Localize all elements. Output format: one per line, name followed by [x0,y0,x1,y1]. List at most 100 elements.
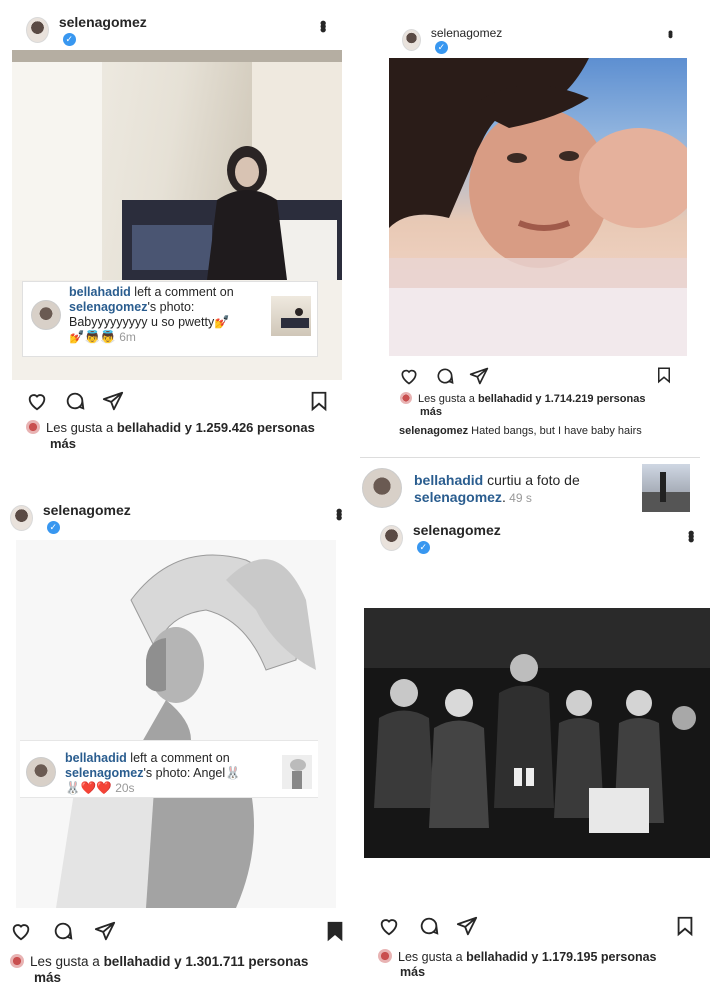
likes-prefix: Les gusta a [46,420,117,435]
likes-summary[interactable]: Les gusta a bellahadid y 1.714.219 perso… [400,392,690,419]
likes-more[interactable]: más [420,406,442,418]
likes-prefix: Les gusta a [398,950,467,964]
likes-more[interactable]: más [400,965,425,979]
share-icon[interactable] [456,915,478,937]
likes-count[interactable]: y 1.179.195 personas [528,950,656,964]
photo-thumbnail[interactable] [642,464,690,512]
username[interactable]: selenagomez✓ [431,26,506,55]
comment-emojis: 🐰❤️❤️ [65,781,112,795]
avatar[interactable] [402,29,421,52]
notif-action: left a comment on [126,751,230,765]
comment-text: Babyyyyyyyyy u so pwetty💅 [69,315,230,329]
comment-icon[interactable] [435,366,455,386]
heart-icon[interactable] [26,390,48,412]
share-icon[interactable] [102,390,124,412]
likes-count[interactable]: y 1.714.219 personas [532,393,645,405]
username-text[interactable]: selenagomez [413,522,501,538]
likes-prefix: Les gusta a [418,393,478,405]
liker-name[interactable]: bellahadid [478,393,532,405]
action-bar [26,390,346,414]
likes-more[interactable]: más [34,970,61,985]
target-name[interactable]: selenagomez [65,766,144,780]
heart-icon[interactable] [399,366,419,386]
liker-name[interactable]: bellahadid [117,420,181,435]
comment-icon[interactable] [64,390,86,412]
like-notification[interactable]: bellahadid curtiu a foto de selenagomez.… [360,457,700,517]
post-header: selenagomez✓ [402,26,506,55]
username[interactable]: selenagomez ✓ [413,522,504,554]
caption: selenagomez Hated bangs, but I have baby… [399,425,689,437]
more-options-icon[interactable]: ••• [662,30,680,36]
liker-avatar [26,420,40,434]
share-icon[interactable] [469,366,489,386]
photo-illustration [389,58,687,356]
bookmark-icon[interactable] [308,390,330,412]
comment-emojis: 💅👼👼 [69,330,116,344]
post-header: selenagomez ✓ [380,522,504,554]
verified-icon: ✓ [62,32,76,46]
more-options-icon[interactable]: ••• [681,530,701,540]
more-options-icon[interactable]: ••• [313,20,333,30]
likes-more[interactable]: más [50,436,76,451]
photo-illustration [364,608,710,858]
username[interactable]: selenagomez ✓ [59,14,150,46]
comment-time: 20s [115,781,135,795]
notification-text: bellahadid curtiu a foto de selenagomez.… [414,472,580,505]
post-header: selenagomez✓ [10,502,134,534]
notif-target[interactable]: selenagomez [414,489,502,505]
username[interactable]: selenagomez✓ [43,502,134,534]
avatar[interactable] [10,505,33,531]
username-text[interactable]: selenagomez [59,14,147,30]
likes-summary[interactable]: Les gusta a bellahadid y 1.301.711 perso… [10,954,350,986]
thumb-illustration [281,308,309,328]
username-text[interactable]: selenagomez [431,26,502,40]
comment-time: 6m [119,330,136,344]
target-name[interactable]: selenagomez [69,300,148,314]
heart-icon[interactable] [378,915,400,937]
bookmark-icon[interactable] [674,915,696,937]
post-photo[interactable] [364,608,710,858]
commenter-avatar[interactable] [26,757,56,787]
likes-count[interactable]: y 1.259.426 personas [181,420,315,435]
liker-notif-avatar[interactable] [362,468,402,508]
thumb-illustration [642,472,690,512]
action-bar [10,920,350,944]
photo-thumbnail[interactable] [271,296,311,336]
post-photo[interactable] [16,540,336,908]
caption-username[interactable]: selenagomez [399,425,468,437]
notif-action: curtiu a foto de [483,472,580,488]
notification-text: bellahadid left a comment on selenagomez… [69,285,269,345]
notification-text: bellahadid left a comment on selenagomez… [65,751,275,796]
notif-action: left a comment on [130,285,234,299]
verified-icon: ✓ [416,540,430,554]
heart-icon[interactable] [10,920,32,942]
notif-user[interactable]: bellahadid [414,472,483,488]
avatar[interactable] [26,17,49,43]
avatar[interactable] [380,525,403,551]
commenter-avatar[interactable] [31,300,61,330]
post-photo[interactable] [389,58,687,356]
likes-summary[interactable]: Les gusta a bellahadid y 1.179.195 perso… [378,949,698,980]
share-icon[interactable] [94,920,116,942]
comment-notification[interactable]: bellahadid left a comment on selenagomez… [20,740,318,798]
bookmark-filled-icon[interactable] [324,920,346,942]
post-header: selenagomez ✓ [26,14,150,46]
username-text[interactable]: selenagomez [43,502,131,518]
comment-notification[interactable]: bellahadid left a comment on selenagomez… [22,281,318,357]
liker-name[interactable]: bellahadid [466,950,528,964]
liker-name[interactable]: bellahadid [104,954,171,969]
likes-summary[interactable]: Les gusta a bellahadid y 1.259.426 perso… [26,420,326,452]
commenter-name[interactable]: bellahadid [69,285,131,299]
comment-icon[interactable] [418,915,440,937]
photo-thumbnail[interactable] [282,755,312,789]
photo-illustration [16,540,336,908]
notif-target-rest: 's photo: [147,300,195,314]
more-options-icon[interactable]: ••• [329,508,349,518]
liker-avatar [378,949,392,963]
comment-icon[interactable] [52,920,74,942]
likes-count[interactable]: y 1.301.711 personas [170,954,308,969]
commenter-name[interactable]: bellahadid [65,751,127,765]
likes-prefix: Les gusta a [30,954,104,969]
liker-avatar [10,954,24,968]
bookmark-icon[interactable] [655,366,673,384]
